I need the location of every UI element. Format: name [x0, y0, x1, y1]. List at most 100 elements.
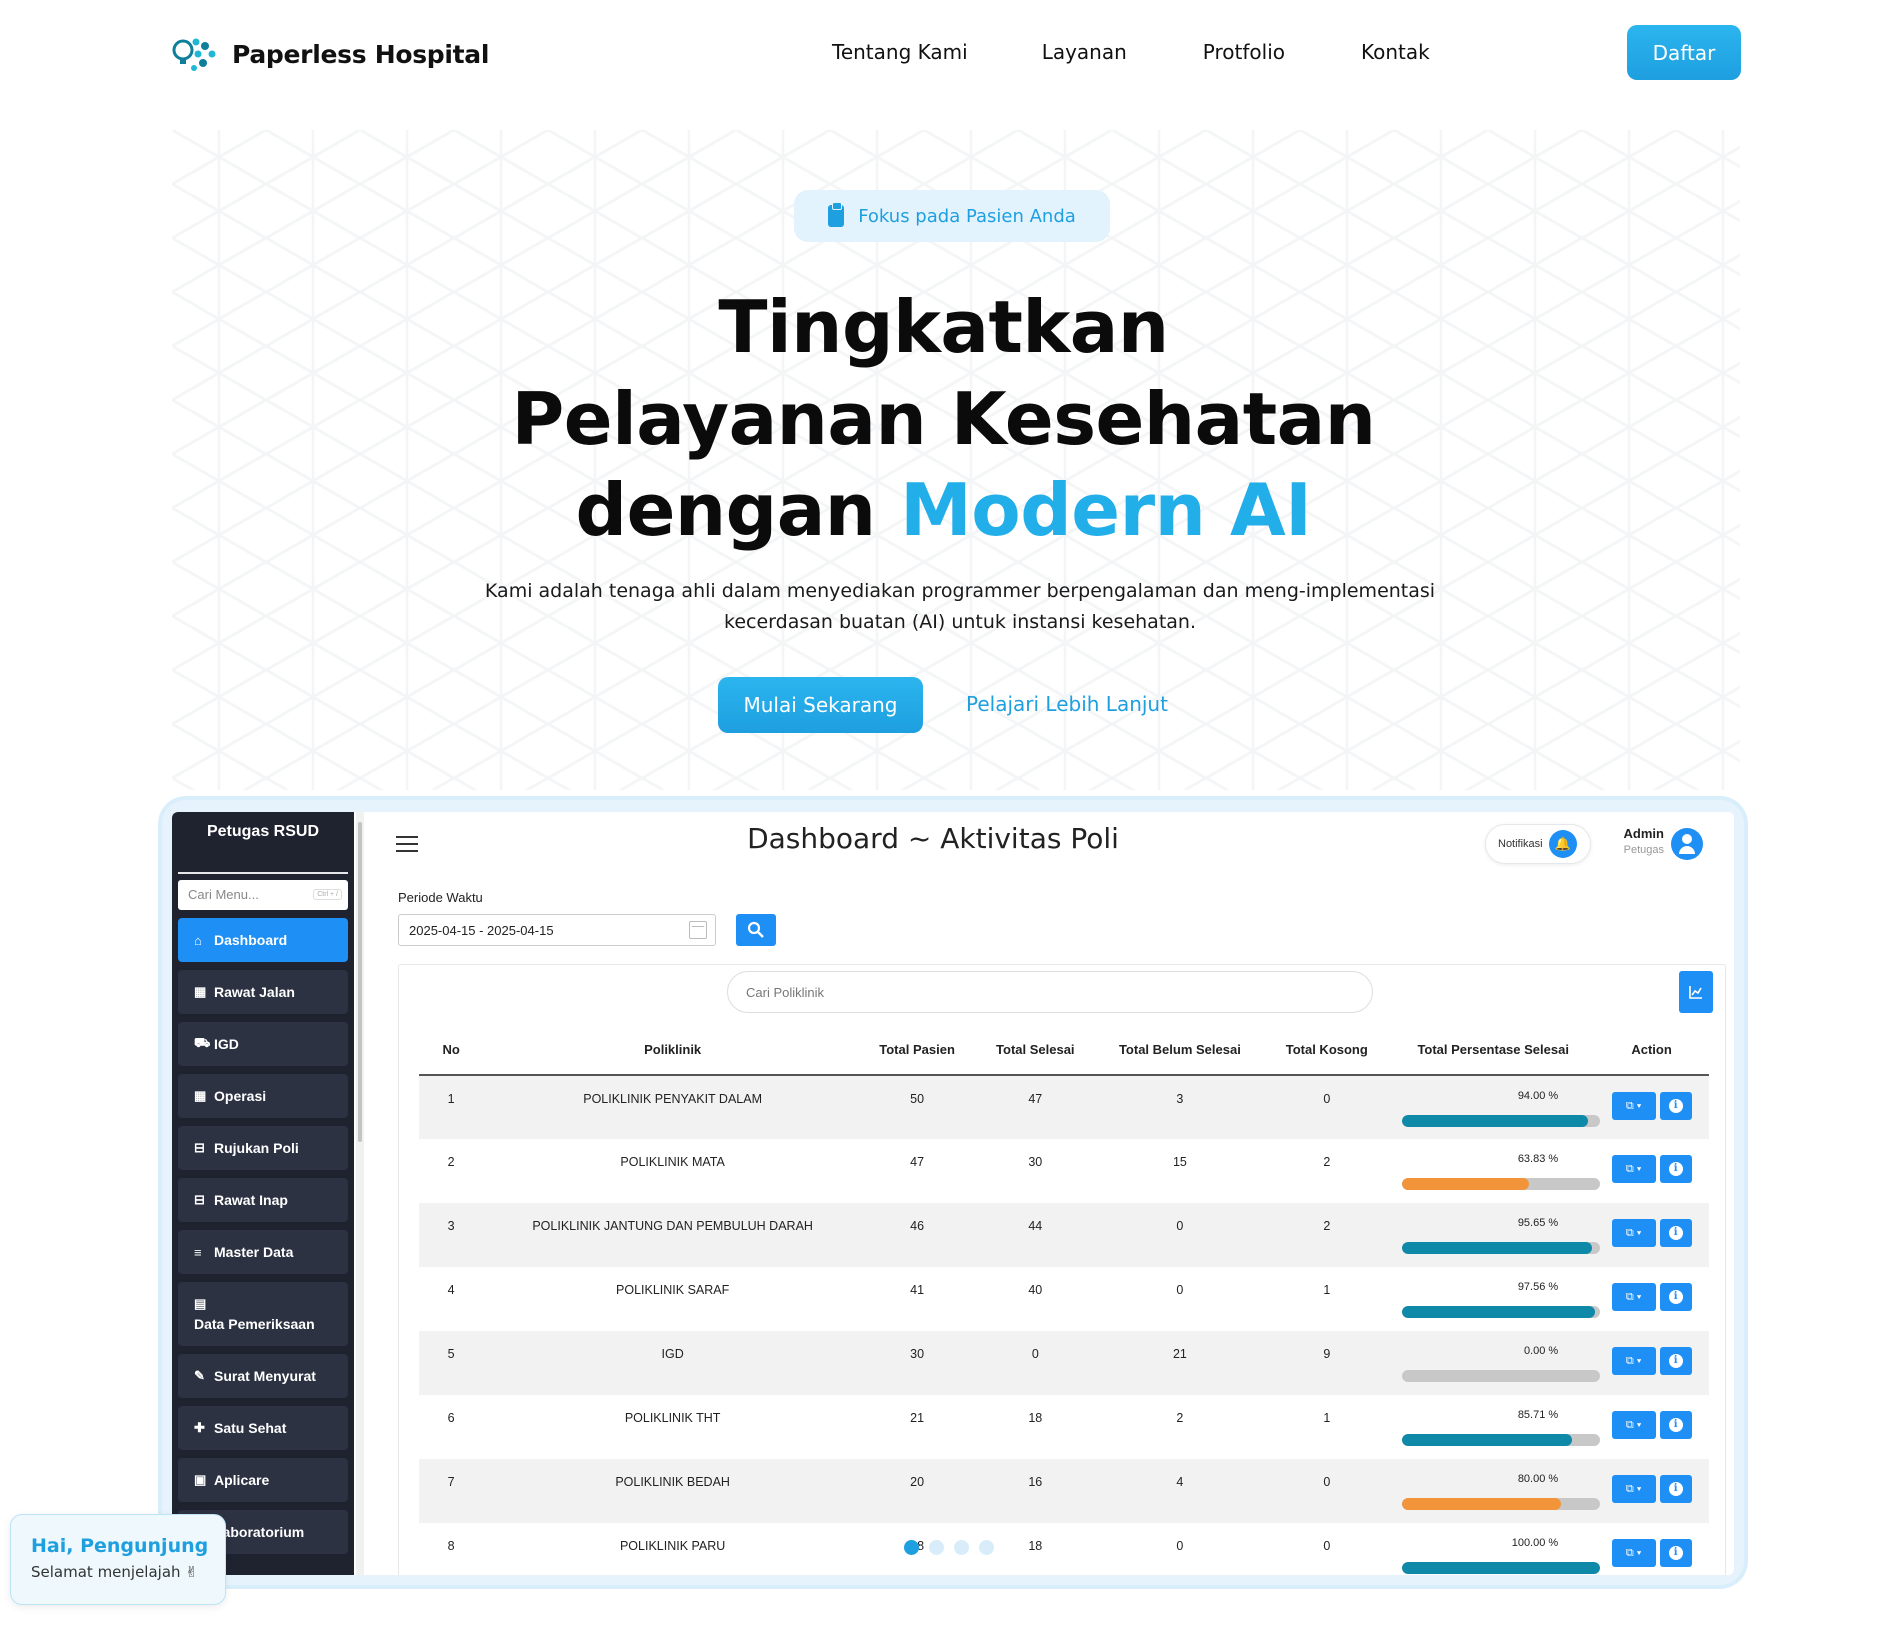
- sidebar-item-aplicare[interactable]: ▣ Aplicare: [178, 1458, 348, 1502]
- percentage-label: 100.00 %: [1511, 1537, 1559, 1549]
- nav-link-portfolio[interactable]: Protfolio: [1203, 40, 1285, 64]
- col-total-persentase[interactable]: Total Persentase Selesai: [1392, 1025, 1595, 1076]
- sidebar-item-rujukan-poli[interactable]: ⊟ Rujukan Poli: [178, 1126, 348, 1170]
- cell-action: ⧉ ▾ i: [1594, 1267, 1709, 1331]
- open-link-dropdown-button[interactable]: ⧉ ▾: [1611, 1283, 1656, 1311]
- open-link-dropdown-button[interactable]: ⧉ ▾: [1611, 1092, 1656, 1120]
- dashboard-title: Dashboard ~ Aktivitas Poli: [747, 822, 1119, 855]
- sidebar-item-rawat-inap[interactable]: ⊟ Rawat Inap: [178, 1178, 348, 1222]
- brand-logo[interactable]: Paperless Hospital: [172, 34, 489, 74]
- sidebar-item-master-data[interactable]: ≡ Master Data: [178, 1230, 348, 1274]
- col-total-selesai[interactable]: Total Selesai: [972, 1025, 1099, 1076]
- user-info[interactable]: Admin Petugas: [1614, 826, 1664, 856]
- info-button[interactable]: i: [1659, 1411, 1692, 1439]
- table-row[interactable]: 3 POLIKLINIK JANTUNG DAN PEMBULUH DARAH 46…: [419, 1203, 1709, 1267]
- cell-action: ⧉ ▾ i: [1594, 1075, 1709, 1139]
- col-total-kosong[interactable]: Total Kosong: [1261, 1025, 1393, 1076]
- greeting-popup[interactable]: Hai, Pengunjung Selamat menjelajah ✌: [10, 1514, 226, 1605]
- info-button[interactable]: i: [1659, 1219, 1692, 1247]
- col-total-pasien[interactable]: Total Pasien: [862, 1025, 973, 1076]
- sidebar-search-input[interactable]: Cari Menu... Ctrl + /: [178, 880, 348, 910]
- poli-search-placeholder: Cari Poliklinik: [746, 985, 825, 1000]
- info-button[interactable]: i: [1659, 1475, 1692, 1503]
- sidebar-item-label: Rawat Jalan: [214, 984, 295, 1000]
- col-total-belum-selesai[interactable]: Total Belum Selesai: [1098, 1025, 1262, 1076]
- pelajari-lebih-lanjut-link[interactable]: Pelajari Lebih Lanjut: [966, 692, 1168, 716]
- open-link-dropdown-button[interactable]: ⧉ ▾: [1611, 1155, 1656, 1183]
- carousel-dot[interactable]: [979, 1540, 994, 1555]
- greeting-subtitle: Selamat menjelajah ✌: [31, 1563, 198, 1581]
- cell-total-selesai: 18: [1028, 1411, 1043, 1425]
- progress-track: [1402, 1115, 1601, 1127]
- daftar-button[interactable]: Daftar: [1627, 25, 1741, 80]
- line-chart-icon: [1689, 986, 1702, 999]
- nav-link-kontak[interactable]: Kontak: [1361, 40, 1430, 64]
- table-row[interactable]: 2 POLIKLINIK MATA 47 30 15 2 63.83 % ⧉ ▾ i: [419, 1139, 1709, 1203]
- search-button[interactable]: [736, 914, 776, 946]
- cell-no: 7: [419, 1459, 484, 1523]
- sidebar-item-rawat-jalan[interactable]: ▦ Rawat Jalan: [178, 970, 348, 1014]
- col-action: Action: [1594, 1025, 1709, 1076]
- col-no[interactable]: No: [419, 1025, 484, 1076]
- sidebar-item-dashboard[interactable]: ⌂ Dashboard: [178, 918, 348, 962]
- mulai-sekarang-button[interactable]: Mulai Sekarang: [718, 677, 923, 733]
- nav-link-layanan[interactable]: Layanan: [1042, 40, 1127, 64]
- cell-total-pasien: 46: [862, 1203, 973, 1267]
- cell-no: 5: [419, 1331, 484, 1395]
- open-link-dropdown-button[interactable]: ⧉ ▾: [1611, 1539, 1656, 1567]
- col-poliklinik[interactable]: Poliklinik: [483, 1025, 862, 1076]
- sidebar-scrollbar-thumb[interactable]: [358, 822, 362, 1142]
- carousel-dot[interactable]: [904, 1540, 919, 1555]
- open-link-dropdown-button[interactable]: ⧉ ▾: [1611, 1219, 1656, 1247]
- notification-label: Notifikasi: [1498, 838, 1543, 850]
- notification-button[interactable]: Notifikasi 🔔: [1485, 824, 1591, 864]
- table-row[interactable]: 6 POLIKLINIK THT 21 18 2 1 85.71 % ⧉ ▾ i: [419, 1395, 1709, 1459]
- sidebar-item-label: IGD: [214, 1036, 239, 1052]
- cell-persentase: 63.83 %: [1392, 1139, 1601, 1203]
- chart-toggle-button[interactable]: [1679, 971, 1713, 1013]
- calendar-icon[interactable]: [689, 921, 707, 939]
- info-button[interactable]: i: [1659, 1539, 1692, 1567]
- open-link-dropdown-button[interactable]: ⧉ ▾: [1611, 1475, 1656, 1503]
- table-row[interactable]: 4 POLIKLINIK SARAF 41 40 0 1 97.56 % ⧉ ▾ i: [419, 1267, 1709, 1331]
- logo-icon: [172, 38, 216, 71]
- carousel-dot[interactable]: [954, 1540, 969, 1555]
- table-row[interactable]: 5 IGD 30 0 21 9 0.00 % ⧉ ▾ i: [419, 1331, 1709, 1395]
- table-row[interactable]: 7 POLIKLINIK BEDAH 20 16 4 0 80.00 % ⧉ ▾ i: [419, 1459, 1709, 1523]
- period-date-input[interactable]: 2025-04-15 - 2025-04-15: [398, 914, 716, 946]
- cell-action: ⧉ ▾ i: [1594, 1139, 1709, 1203]
- table-row[interactable]: 8POLIKLINIK PARU181800100.00 %⧉ ▾i: [419, 1523, 1709, 1575]
- sidebar-item-label: Laboratorium: [214, 1524, 305, 1540]
- cell-persentase: 80.00 %: [1392, 1459, 1601, 1523]
- sidebar-item-satu-sehat[interactable]: ✚ Satu Sehat: [178, 1406, 348, 1450]
- sidebar-item-data-pemeriksaan[interactable]: ▤ Data Pemeriksaan: [178, 1282, 348, 1346]
- cell-persentase: 100.00 %: [1392, 1523, 1601, 1575]
- user-avatar-icon[interactable]: [1671, 828, 1703, 860]
- open-link-dropdown-button[interactable]: ⧉ ▾: [1611, 1347, 1656, 1375]
- info-button[interactable]: i: [1659, 1155, 1692, 1183]
- carousel-dot[interactable]: [929, 1540, 944, 1555]
- poli-activity-table: No Poliklinik Total Pasien Total Selesai…: [419, 1025, 1709, 1575]
- info-button[interactable]: i: [1659, 1092, 1692, 1120]
- cell-action: ⧉ ▾ i: [1594, 1459, 1709, 1523]
- info-button[interactable]: i: [1659, 1283, 1692, 1311]
- edit-icon: ✎: [194, 1368, 205, 1383]
- hero-title-line3: dengan Modern AI: [0, 465, 1887, 555]
- cell-total-belum-selesai: 21: [1098, 1331, 1262, 1395]
- poli-search-input[interactable]: Cari Poliklinik: [727, 971, 1373, 1013]
- cell-total-kosong: 9: [1261, 1331, 1393, 1395]
- external-link-icon: ⧉ ▾: [1625, 1546, 1642, 1559]
- info-button[interactable]: i: [1659, 1347, 1692, 1375]
- cell-total-belum-selesai: 4: [1098, 1459, 1262, 1523]
- cell-persentase: 85.71 %: [1392, 1395, 1601, 1459]
- sidebar-item-surat-menyurat[interactable]: ✎ Surat Menyurat: [178, 1354, 348, 1398]
- open-link-dropdown-button[interactable]: ⧉ ▾: [1611, 1411, 1656, 1439]
- table-row[interactable]: 1 POLIKLINIK PENYAKIT DALAM 50 47 3 0 94.00 % ⧉…: [419, 1075, 1709, 1139]
- progress-fill: [1402, 1306, 1596, 1318]
- info-icon: i: [1668, 1418, 1683, 1432]
- cell-total-kosong: 2: [1261, 1203, 1393, 1267]
- sidebar-item-operasi[interactable]: ▦ Operasi: [178, 1074, 348, 1118]
- nav-link-tentang-kami[interactable]: Tentang Kami: [832, 40, 968, 64]
- info-icon: i: [1668, 1099, 1683, 1113]
- sidebar-item-igd[interactable]: ⛟ IGD: [178, 1022, 348, 1066]
